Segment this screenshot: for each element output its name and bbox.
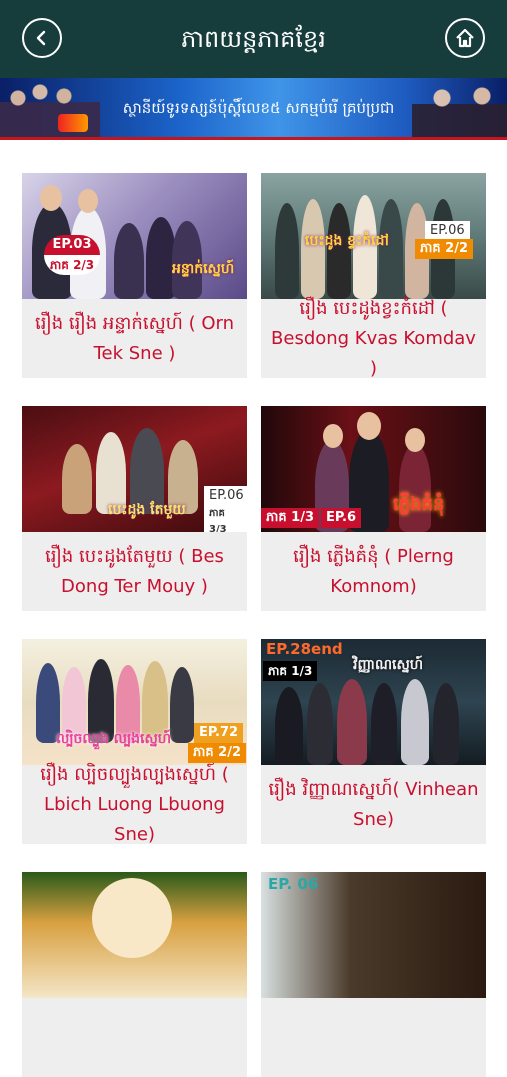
part-badge: ភាគ 1/3 bbox=[261, 508, 319, 528]
part-badge: ភាគ 1/3 bbox=[263, 661, 318, 681]
series-card[interactable]: ល្បិចល្បួង ល្បងស្នេហ៍ EP.72 ភាគ 2/2 រឿង … bbox=[22, 639, 247, 844]
series-thumbnail: បេះដូង ខ្វះកំដៅ EP.06 ភាគ 2/2 bbox=[261, 173, 486, 299]
series-card[interactable]: បេះដូង តែមួយ EP.06 ភាគ 3/3 រឿង បេះដូងតែម… bbox=[22, 406, 247, 611]
series-card[interactable]: អន្ទាក់ស្នេហ៍ EP.03 ភាគ 2/3 រឿង រឿង អន្ទ… bbox=[22, 173, 247, 378]
episode-badge: EP.72 bbox=[194, 723, 244, 743]
banner-text: ស្ថានីយ៍ទូរទស្សន៍ប៉ុស្តិ៍លេខ៥ សកម្មបំរើ … bbox=[122, 99, 395, 117]
series-card[interactable]: បេះដូង ខ្វះកំដៅ EP.06 ភាគ 2/2 រឿង បេះដូង… bbox=[261, 173, 486, 378]
series-thumbnail: អន្ទាក់ស្នេហ៍ EP.03 ភាគ 2/3 bbox=[22, 173, 247, 299]
episode-badge: EP.28end bbox=[266, 640, 343, 658]
back-button[interactable] bbox=[22, 18, 62, 58]
episode-badge: EP.6 bbox=[321, 508, 362, 528]
page-title: ភាពយន្តភាគខ្មែរ bbox=[181, 25, 326, 53]
episode-badge: EP.06 bbox=[204, 486, 247, 506]
series-title: រឿង រឿង អន្ទាក់ស្នេហ៍ ( Orn Tek Sne ) bbox=[35, 312, 234, 364]
series-thumbnail bbox=[22, 872, 247, 998]
series-title bbox=[261, 998, 486, 1077]
series-title: រឿង ល្បិចល្បួងល្បងស្នេហ៍ ( Lbich Luong L… bbox=[40, 763, 229, 845]
chevron-left-icon bbox=[36, 30, 46, 46]
series-thumbnail: វិញ្ញាណស្នេហ៍ EP.28end ភាគ 1/3 bbox=[261, 639, 486, 765]
series-thumbnail: ល្បិចល្បួង ល្បងស្នេហ៍ EP.72 ភាគ 2/2 bbox=[22, 639, 247, 765]
series-title: រឿង ភ្លើងគំនុំ ( Plerng Komnom) bbox=[293, 545, 454, 597]
home-icon bbox=[456, 28, 474, 48]
series-card[interactable]: EP. 06 bbox=[261, 872, 486, 1077]
series-thumbnail: EP. 06 bbox=[261, 872, 486, 998]
channel-logo bbox=[58, 114, 88, 132]
episode-badge: EP.03 bbox=[44, 235, 100, 255]
series-thumbnail: បេះដូង តែមួយ EP.06 ភាគ 3/3 bbox=[22, 406, 247, 532]
part-badge: ភាគ 2/2 bbox=[415, 239, 473, 259]
series-title: រឿង បេះដូងខ្វះកំដៅ ( Besdong Kvas Komdav… bbox=[271, 297, 476, 379]
home-button[interactable] bbox=[445, 18, 485, 58]
series-title bbox=[22, 998, 247, 1077]
series-card[interactable]: ភ្លើងគំនុំ ភាគ 1/3 EP.6 រឿង ភ្លើងគំនុំ (… bbox=[261, 406, 486, 611]
part-badge: ភាគ 3/3 bbox=[204, 504, 247, 532]
series-card[interactable] bbox=[22, 872, 247, 1077]
series-grid: អន្ទាក់ស្នេហ៍ EP.03 ភាគ 2/3 រឿង រឿង អន្ទ… bbox=[0, 140, 507, 1077]
banner-cast-image-right bbox=[412, 78, 507, 140]
series-card[interactable]: វិញ្ញាណស្នេហ៍ EP.28end ភាគ 1/3 រឿង វិញ្ញ… bbox=[261, 639, 486, 844]
episode-badge: EP. 06 bbox=[268, 875, 319, 893]
series-title: រឿង វិញ្ញាណស្នេហ៍( Vinhean Sne) bbox=[268, 778, 479, 830]
series-title: រឿង បេះដូងតែមួយ ( Bes Dong Ter Mouy ) bbox=[45, 545, 224, 597]
series-thumbnail: ភ្លើងគំនុំ ភាគ 1/3 EP.6 bbox=[261, 406, 486, 532]
episode-badge: EP.06 bbox=[425, 221, 470, 241]
channel-banner[interactable]: ស្ថានីយ៍ទូរទស្សន៍ប៉ុស្តិ៍លេខ៥ សកម្មបំរើ … bbox=[0, 78, 507, 140]
top-bar: ភាពយន្តភាគខ្មែរ bbox=[0, 0, 507, 78]
